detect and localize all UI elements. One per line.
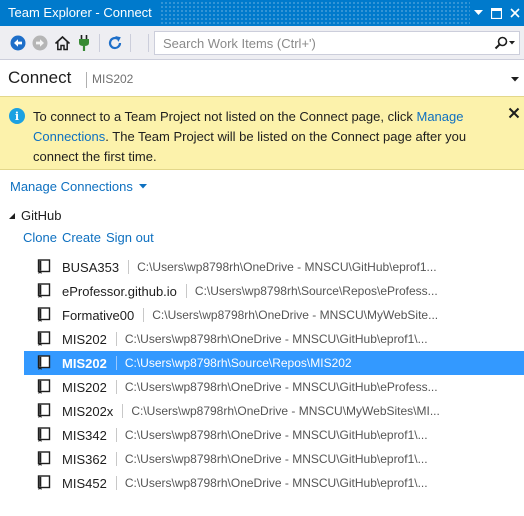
github-section-header[interactable]: GitHub [8,208,61,223]
repository-icon [36,259,52,275]
repo-separator [143,308,145,322]
back-icon[interactable] [9,34,27,52]
repo-path: C:\Users\wp8798rh\OneDrive - MNSCU\GitHu… [124,428,428,442]
repository-icon [36,451,52,467]
repository-icon [36,475,52,491]
title-separator [86,72,87,88]
repo-item[interactable]: MIS362 C:\Users\wp8798rh\OneDrive - MNSC… [24,447,524,471]
repo-path: C:\Users\wp8798rh\Source\Repos\MIS202 [124,356,352,370]
search-input[interactable] [155,32,485,54]
page-dropdown-icon[interactable] [510,72,520,82]
window-controls [470,0,524,26]
github-section-title: GitHub [21,208,62,223]
page-title[interactable]: Connect [8,68,71,88]
page-header: Connect MIS202 [0,60,524,96]
info-message: To connect to a Team Project not listed … [33,107,503,167]
repo-separator [115,332,117,346]
title-bar: Team Explorer - Connect [0,0,524,26]
page-subtitle: MIS202 [92,72,134,86]
repo-separator [115,380,117,394]
repo-name: MIS342 [62,427,107,443]
repo-separator [122,404,124,418]
repository-icon [36,355,52,371]
chevron-down-icon [138,184,147,189]
repo-path: C:\Users\wp8798rh\OneDrive - MNSCU\GitHu… [124,332,428,346]
forward-icon[interactable] [31,34,49,52]
repo-path: C:\Users\wp8798rh\OneDrive - MNSCU\GitHu… [124,452,428,466]
repository-icon [36,283,52,299]
window-title: Team Explorer - Connect [0,0,160,26]
repo-separator [115,452,117,466]
repo-name: Formative00 [62,307,135,323]
github-actions: Clone Create Sign out [23,230,154,245]
repo-separator [185,284,187,298]
chevron-down-icon [508,41,515,45]
repo-item[interactable]: BUSA353 C:\Users\wp8798rh\OneDrive - MNS… [24,255,524,279]
repository-list: BUSA353 C:\Users\wp8798rh\OneDrive - MNS… [24,255,524,495]
repo-item[interactable]: Formative00 C:\Users\wp8798rh\OneDrive -… [24,303,524,327]
connect-plug-icon[interactable] [75,34,93,52]
repo-path: C:\Users\wp8798rh\OneDrive - MNSCU\MyWeb… [131,404,440,418]
toolbar-separator [148,34,149,52]
repo-path: C:\Users\wp8798rh\OneDrive - MNSCU\GitHu… [124,380,438,394]
info-icon: i [9,108,25,124]
repo-item[interactable]: MIS202 C:\Users\wp8798rh\OneDrive - MNSC… [24,375,524,399]
repo-name: MIS202 [62,331,107,347]
maximize-icon[interactable] [491,7,502,19]
repo-item[interactable]: MIS202 C:\Users\wp8798rh\OneDrive - MNSC… [24,327,524,351]
create-link[interactable]: Create [62,230,101,245]
search-icon [494,36,508,50]
close-icon[interactable] [508,107,522,121]
toolbar-separator [130,34,131,52]
search-box [154,31,520,55]
repo-name: MIS452 [62,475,107,491]
window-dropdown-icon[interactable] [474,10,483,16]
repository-icon [36,307,52,323]
repository-icon [36,427,52,443]
repo-name: MIS362 [62,451,107,467]
repo-path: C:\Users\wp8798rh\OneDrive - MNSCU\MyWeb… [152,308,439,322]
repo-separator [115,476,117,490]
toolbar-separator [99,34,100,52]
clone-link[interactable]: Clone [23,230,57,245]
sign-out-link[interactable]: Sign out [106,230,154,245]
search-button[interactable] [491,34,517,52]
toolbar [0,26,524,60]
refresh-icon[interactable] [106,34,124,52]
repo-separator [128,260,130,274]
repository-icon [36,331,52,347]
repo-name: BUSA353 [62,259,120,275]
repo-name: MIS202 [62,355,107,371]
repo-item[interactable]: MIS342 C:\Users\wp8798rh\OneDrive - MNSC… [24,423,524,447]
repo-item[interactable]: MIS202x C:\Users\wp8798rh\OneDrive - MNS… [24,399,524,423]
repo-path: C:\Users\wp8798rh\OneDrive - MNSCU\GitHu… [137,260,437,274]
repo-separator [115,356,117,370]
info-bar: i To connect to a Team Project not liste… [0,96,524,170]
repository-icon [36,403,52,419]
collapse-triangle-icon [8,212,16,220]
repo-name: MIS202 [62,379,107,395]
repo-item[interactable]: eProfessor.github.io C:\Users\wp8798rh\S… [24,279,524,303]
close-icon[interactable] [510,8,520,18]
info-text-before: To connect to a Team Project not listed … [33,109,413,124]
manage-connections-label: Manage Connections [10,179,133,194]
repository-icon [36,379,52,395]
repo-name: MIS202x [62,403,114,419]
repo-item-selected[interactable]: MIS202 C:\Users\wp8798rh\Source\Repos\MI… [24,351,524,375]
repo-path: C:\Users\wp8798rh\Source\Repos\eProfess.… [194,284,438,298]
manage-connections-menu[interactable]: Manage Connections [10,179,147,194]
repo-item[interactable]: MIS452 C:\Users\wp8798rh\OneDrive - MNSC… [24,471,524,495]
repo-path: C:\Users\wp8798rh\OneDrive - MNSCU\GitHu… [124,476,428,490]
home-icon[interactable] [53,34,71,52]
repo-separator [115,428,117,442]
repo-name: eProfessor.github.io [62,283,177,299]
